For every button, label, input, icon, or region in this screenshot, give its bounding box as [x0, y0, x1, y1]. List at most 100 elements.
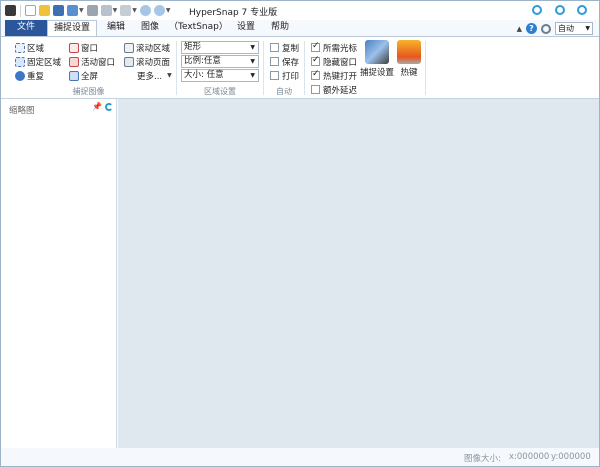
status-bar: 图像大小: x:000000 y:000000 — [1, 448, 599, 466]
extra-delay-checkbox[interactable]: 额外延迟 — [311, 83, 357, 96]
fullscreen-button[interactable]: 全屏 — [69, 69, 98, 82]
export-icon[interactable] — [100, 5, 112, 16]
active-window-button[interactable]: 活动窗口 — [69, 55, 115, 68]
window-label: 窗口 — [81, 43, 99, 54]
save-label: 保存 — [282, 57, 300, 68]
collapse-ribbon-icon[interactable]: ▲ — [517, 25, 522, 33]
more-dropdown-icon: ▼ — [167, 72, 172, 79]
pin-icon[interactable]: 📌 — [92, 102, 102, 111]
image-size-label: 图像大小: — [464, 454, 501, 464]
window-title: HyperSnap 7 专业版 — [189, 8, 278, 18]
scroll-page-icon — [124, 56, 134, 67]
zoom-select[interactable]: 自动 ▼ — [555, 22, 593, 35]
print-checkbox[interactable]: 打印 — [270, 69, 299, 82]
image-canvas[interactable] — [118, 99, 599, 448]
ribbon-right-controls: ▲ ? 自动 ▼ — [517, 22, 593, 35]
scroll-region-button[interactable]: 滚动区域 — [124, 41, 170, 54]
search-icon[interactable] — [541, 23, 551, 34]
hide-window-checkbox[interactable]: 隐藏窗口 — [311, 55, 357, 68]
extra-delay-checkbox-box[interactable] — [311, 85, 320, 94]
minimize-button[interactable] — [532, 5, 542, 15]
hide-window-label: 隐藏窗口 — [323, 57, 358, 68]
properties-icon[interactable] — [120, 5, 132, 16]
refresh-icon[interactable] — [105, 103, 113, 111]
customize-qat-icon[interactable]: ▼ — [166, 7, 171, 14]
capture-settings-button[interactable]: 捕捉设置 — [360, 40, 394, 78]
chevron-down-icon: ▼ — [250, 44, 255, 51]
tab-textsnap[interactable]: （TextSnap） — [169, 20, 228, 36]
redo-icon[interactable] — [153, 5, 165, 16]
tab-image[interactable]: 图像 — [135, 20, 165, 36]
fixed-region-label: 固定区域 — [27, 57, 62, 68]
shape-select[interactable]: 矩形 ▼ — [181, 41, 259, 54]
more-capture-button[interactable]: 更多... ▼ — [137, 69, 172, 82]
hotkeys-label: 热键 — [400, 68, 418, 78]
region-button[interactable]: 区域 — [15, 41, 44, 54]
hide-window-checkbox-box[interactable] — [311, 55, 320, 66]
repeat-label: 重复 — [27, 71, 45, 82]
upload-dropdown-icon[interactable]: ▼ — [79, 7, 84, 14]
chevron-down-icon: ▼ — [250, 72, 255, 79]
print-checkbox-box[interactable] — [270, 71, 279, 80]
repeat-button[interactable]: 重复 — [15, 69, 44, 82]
save-checkbox-box[interactable] — [270, 57, 279, 66]
tab-capture-settings[interactable]: 捕捉设置 — [47, 20, 97, 37]
include-cursor-checkbox[interactable]: 所需光标 — [311, 41, 357, 54]
active-window-label: 活动窗口 — [81, 57, 116, 68]
ratio-value: 比例:任意 — [184, 56, 221, 66]
hotkey-open-label: 热键打开 — [323, 71, 358, 82]
scroll-region-icon — [124, 42, 134, 53]
hotkeys-button[interactable]: 热键 — [397, 40, 421, 78]
include-cursor-checkbox-box[interactable] — [311, 41, 320, 52]
new-file-icon[interactable] — [25, 5, 36, 16]
print-icon[interactable] — [86, 5, 98, 16]
y-coordinate: y:000000 — [551, 452, 591, 462]
shape-value: 矩形 — [184, 42, 202, 52]
capture-image-group-label: 捕捉图像 — [72, 87, 105, 96]
ribbon-panel: 区域 固定区域 重复 窗口 活动窗口 全屏 滚动区域 滚动页面 更多... ▼ … — [1, 36, 599, 99]
fullscreen-label: 全屏 — [81, 71, 99, 82]
qat-separator — [20, 4, 21, 17]
auto-group-label: 自动 — [276, 87, 292, 96]
capture-settings-icon — [365, 40, 389, 64]
tab-edit[interactable]: 编辑 — [101, 20, 131, 36]
zoom-value: 自动 — [558, 24, 574, 33]
properties-dropdown-icon[interactable]: ▼ — [132, 7, 137, 14]
extra-delay-label: 额外延迟 — [323, 85, 358, 96]
window-icon — [69, 42, 79, 53]
size-select[interactable]: 大小: 任意 ▼ — [181, 69, 259, 82]
scroll-region-label: 滚动区域 — [136, 43, 171, 54]
fixed-region-icon — [15, 56, 25, 67]
tab-file[interactable]: 文件 — [5, 20, 47, 36]
window-button[interactable]: 窗口 — [69, 41, 98, 54]
region-settings-group-label: 区域设置 — [204, 87, 236, 96]
help-icon[interactable]: ? — [526, 23, 537, 34]
save-checkbox[interactable]: 保存 — [270, 55, 299, 68]
save-icon[interactable] — [53, 5, 64, 16]
copy-checkbox[interactable]: 复制 — [270, 41, 299, 54]
hotkey-open-checkbox[interactable]: 热键打开 — [311, 69, 357, 82]
hotkey-open-checkbox-box[interactable] — [311, 69, 320, 80]
scroll-page-button[interactable]: 滚动页面 — [124, 55, 170, 68]
x-coordinate: x:000000 — [509, 452, 550, 462]
thumbnail-pane-title: 缩略图 — [9, 106, 35, 116]
tab-help[interactable]: 帮助 — [265, 20, 295, 36]
hotkeys-icon — [397, 40, 421, 64]
fixed-region-button[interactable]: 固定区域 — [15, 55, 61, 68]
capture-settings-label: 捕捉设置 — [360, 68, 395, 78]
upload-icon[interactable] — [67, 5, 78, 16]
group-separator — [425, 41, 426, 95]
ratio-select[interactable]: 比例:任意 ▼ — [181, 55, 259, 68]
open-folder-icon[interactable] — [39, 5, 50, 16]
close-button[interactable] — [577, 5, 587, 15]
undo-icon[interactable] — [139, 5, 151, 16]
export-dropdown-icon[interactable]: ▼ — [113, 7, 118, 14]
ribbon-tabs: 文件 捕捉设置 编辑 图像 （TextSnap） 设置 帮助 ▲ ? 自动 ▼ — [1, 20, 599, 37]
print-label: 打印 — [282, 71, 300, 82]
tab-settings[interactable]: 设置 — [231, 20, 261, 36]
maximize-button[interactable] — [555, 5, 565, 15]
region-icon — [15, 42, 25, 53]
app-camera-icon[interactable] — [5, 5, 16, 16]
app-window: ▼ ▼ ▼ ▼ HyperSnap 7 专业版 文件 捕捉设置 编辑 图像 （T… — [0, 0, 600, 467]
copy-checkbox-box[interactable] — [270, 43, 279, 52]
